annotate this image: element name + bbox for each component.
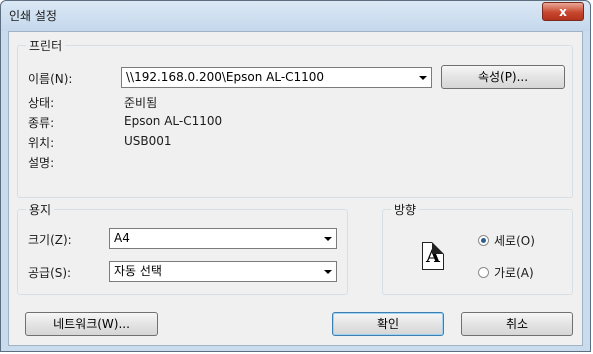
title-bar: 인쇄 설정 x	[1, 1, 590, 31]
paper-source-value: 자동 선택	[114, 264, 162, 278]
page-orientation-letter: A	[426, 246, 440, 267]
print-setup-dialog: 인쇄 설정 x 프린터 이름(N): \\192.168.0.200\Epson…	[0, 0, 591, 352]
portrait-radio[interactable]	[478, 235, 489, 246]
landscape-label[interactable]: 가로(A)	[494, 264, 534, 281]
paper-source-select[interactable]: 자동 선택	[109, 261, 337, 282]
paper-size-value: A4	[114, 231, 130, 245]
paper-group-legend: 용지	[26, 201, 55, 218]
printer-name-select[interactable]: \\192.168.0.200\Epson AL-C1100	[121, 67, 432, 88]
printer-name-label: 이름(N):	[28, 72, 73, 86]
printer-type-value: Epson AL-C1100	[124, 114, 223, 128]
chevron-down-icon	[324, 270, 332, 274]
paper-source-label: 공급(S):	[28, 266, 72, 280]
printer-comment-label: 설명:	[28, 156, 55, 170]
portrait-label[interactable]: 세로(O)	[494, 232, 535, 249]
printer-group-legend: 프린터	[26, 37, 66, 54]
ok-button[interactable]: 확인	[332, 312, 444, 336]
orientation-group-legend: 방향	[391, 201, 420, 218]
paper-size-select[interactable]: A4	[109, 228, 337, 249]
landscape-radio[interactable]	[478, 267, 489, 278]
dialog-title: 인쇄 설정	[9, 9, 57, 23]
paper-size-label: 크기(Z):	[28, 233, 72, 247]
close-icon: x	[559, 5, 567, 19]
chevron-down-icon	[324, 237, 332, 241]
printer-status-label: 상태:	[28, 96, 55, 110]
properties-button[interactable]: 속성(P)...	[441, 65, 565, 89]
cancel-button[interactable]: 취소	[461, 312, 573, 336]
printer-name-value: \\192.168.0.200\Epson AL-C1100	[126, 70, 325, 84]
paper-group: 용지 크기(Z): A4 공급(S): 자동 선택	[17, 201, 348, 295]
printer-group: 프린터 이름(N): \\192.168.0.200\Epson AL-C110…	[17, 37, 573, 198]
dialog-body: 프린터 이름(N): \\192.168.0.200\Epson AL-C110…	[8, 31, 583, 346]
chevron-down-icon	[419, 76, 427, 80]
printer-where-value: USB001	[124, 134, 172, 148]
printer-type-label: 종류:	[28, 116, 55, 130]
printer-status-value: 준비됨	[124, 96, 158, 110]
page-orientation-icon: A	[422, 242, 444, 270]
printer-where-label: 위치:	[28, 136, 55, 150]
orientation-group: 방향 A 세로(O) 가로(A)	[382, 201, 573, 295]
network-button[interactable]: 네트워크(W)...	[25, 312, 158, 336]
close-button[interactable]: x	[542, 2, 584, 21]
